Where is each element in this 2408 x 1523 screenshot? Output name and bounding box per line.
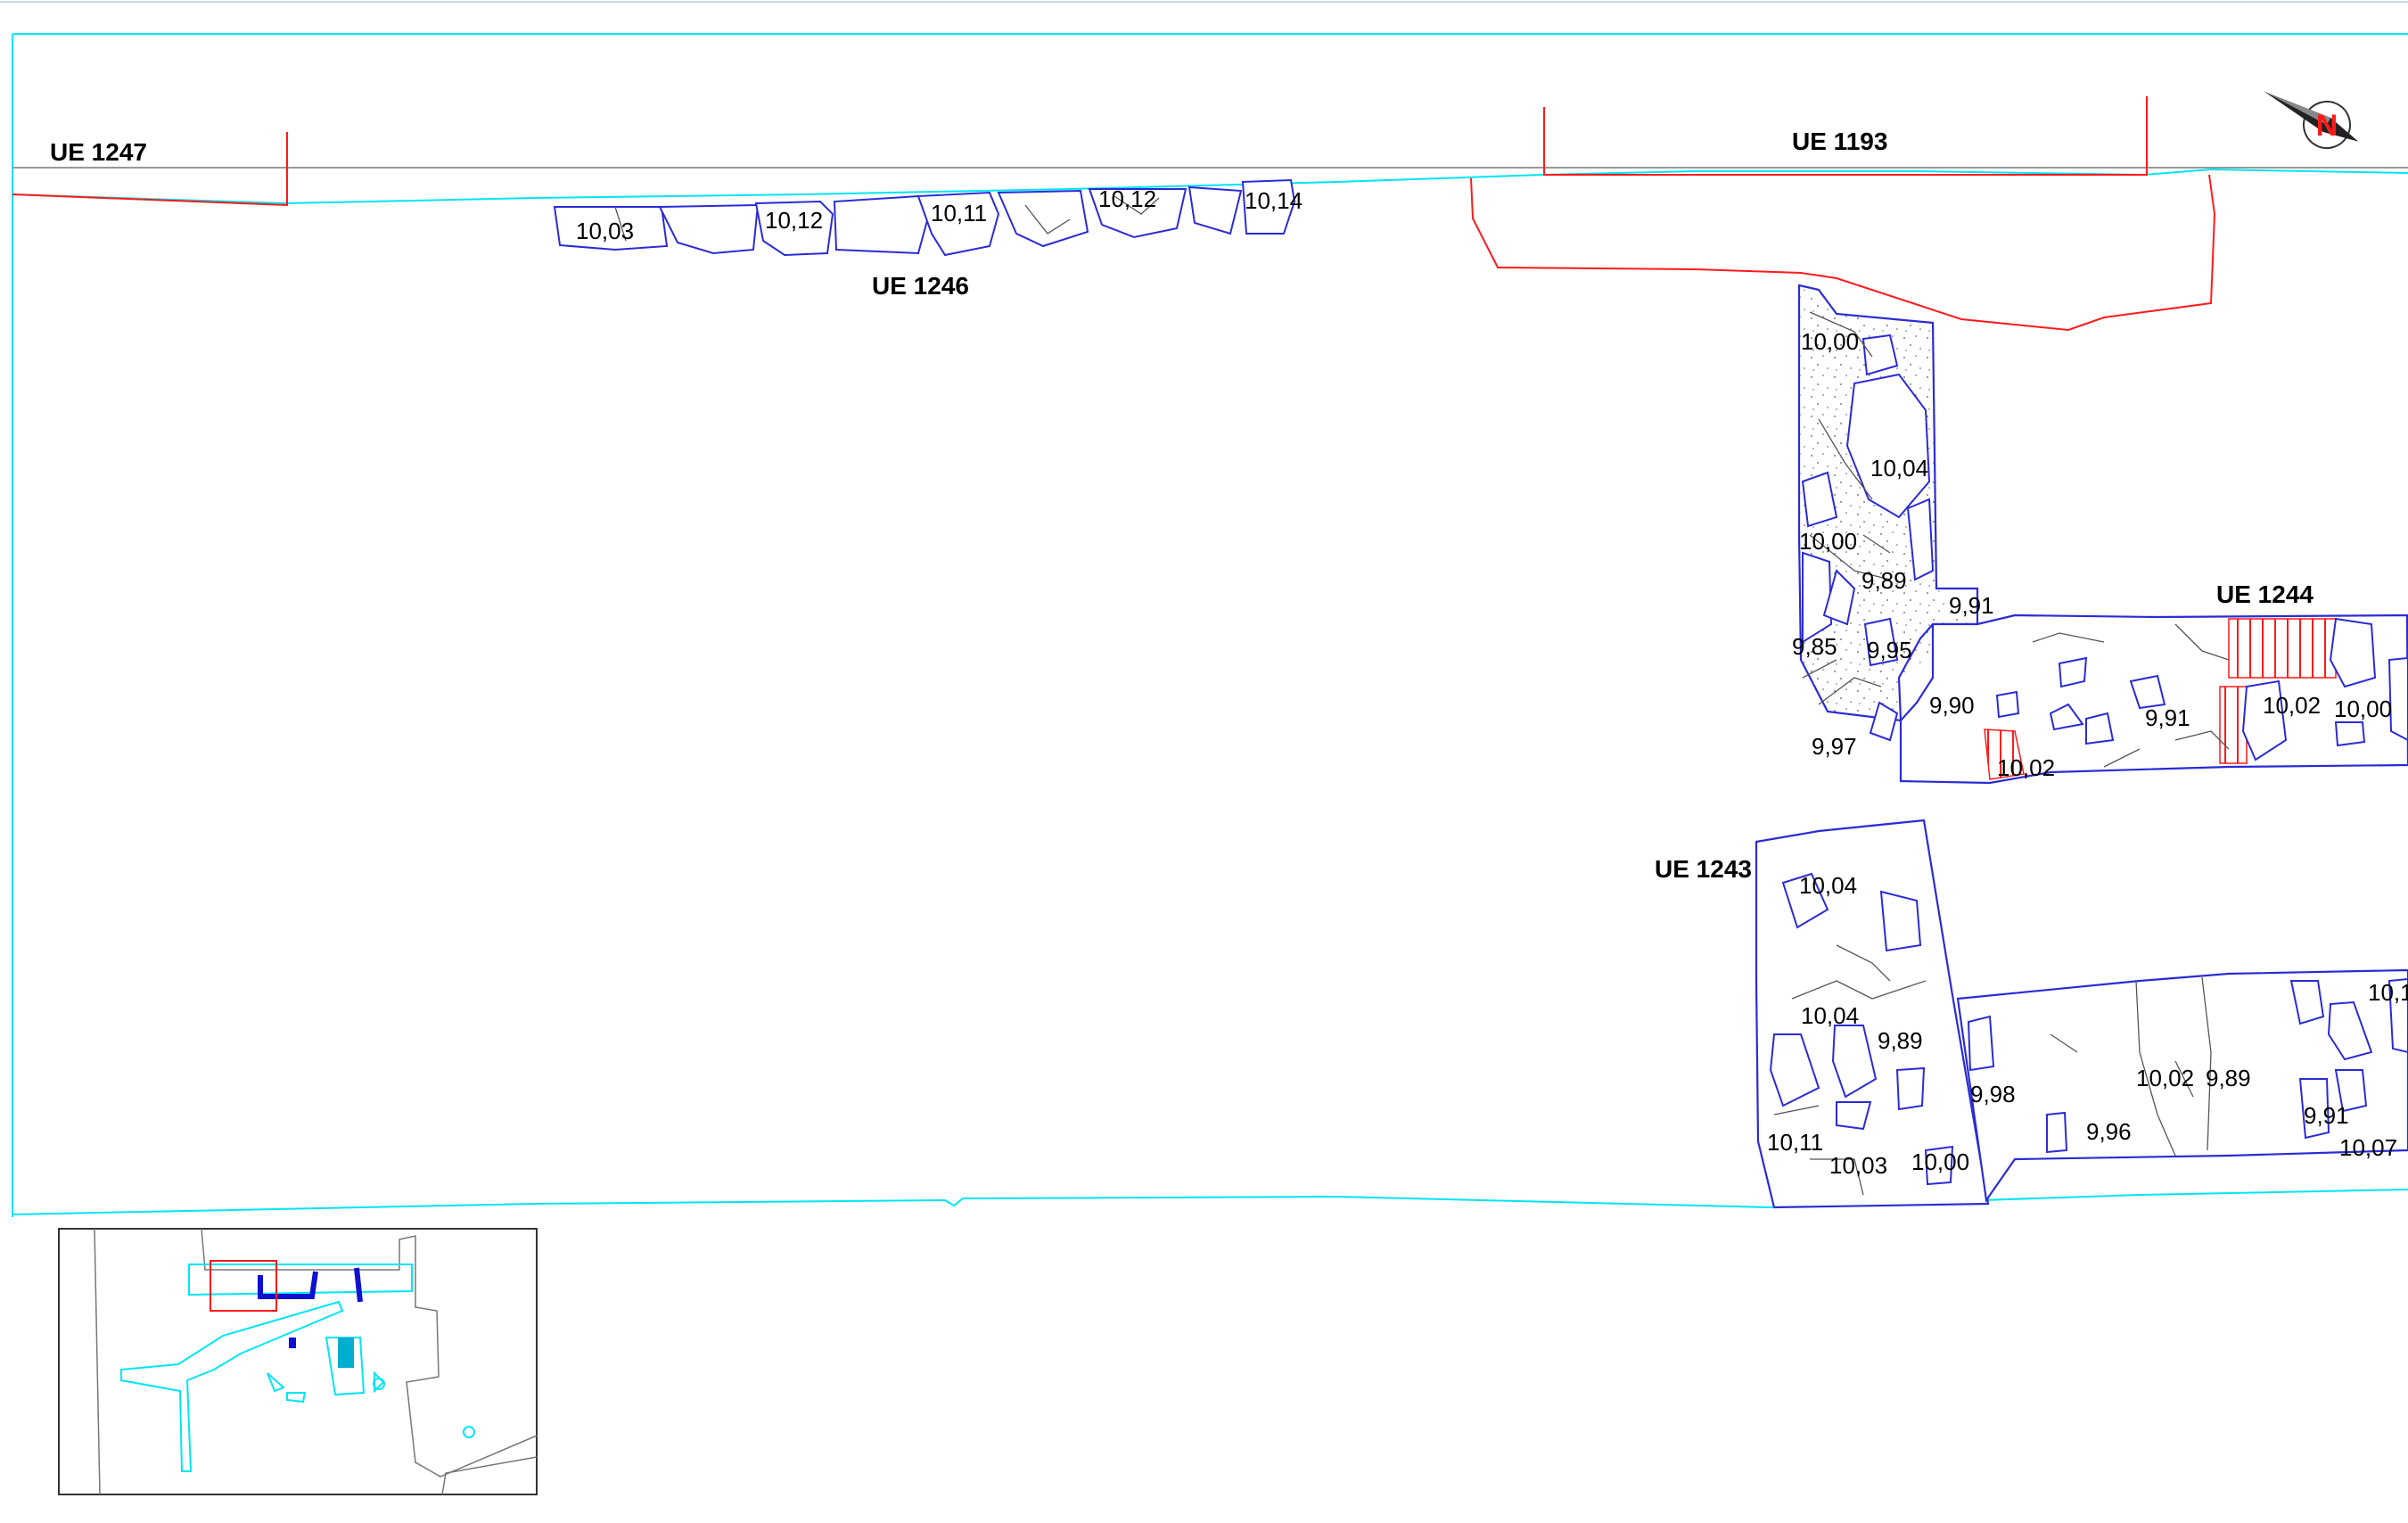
elevation: 10,04 [1799, 872, 1857, 899]
elevation: 10,11 [1767, 1129, 1823, 1156]
elevation: 9,98 [1970, 1081, 2016, 1107]
elevation: 10,00 [2334, 696, 2392, 722]
label-ue-1246: UE 1246 [872, 272, 969, 300]
elevation: 10,00 [1801, 328, 1859, 355]
excavation-plan: N UE 1247 UE 1246 UE 1193 UE 1244 UE 124… [0, 1, 2408, 1495]
elevation: 10,03 [576, 218, 634, 244]
north-arrow-letter: N [2316, 109, 2338, 143]
wall-ue-1244 [1899, 613, 2408, 785]
elevation: 10,02 [2263, 692, 2321, 719]
label-ue-1247: UE 1247 [50, 138, 147, 166]
elevation: 9,91 [1949, 592, 1994, 619]
elevation: 10,12 [1098, 185, 1156, 212]
cut-ue-1193 [1470, 174, 2216, 332]
elevation: 10,02 [2136, 1065, 2194, 1091]
elevation: 9,89 [1861, 567, 1907, 594]
elevation: 10,04 [1870, 455, 1928, 482]
elevation: 10,04 [1801, 1002, 1859, 1029]
elevation: 10,02 [1997, 754, 2055, 781]
elevation: 9,97 [1812, 733, 1857, 760]
elevation: 10,07 [2339, 1134, 2397, 1161]
label-ue-1243: UE 1243 [1655, 855, 1752, 883]
elevation: 9,91 [2304, 1102, 2349, 1129]
elevation: 9,89 [2206, 1065, 2251, 1091]
elevation: 10,11 [931, 200, 987, 226]
elevation: 10,00 [1911, 1148, 1969, 1175]
elevation: 9,91 [2145, 704, 2190, 731]
label-ue-1244: UE 1244 [2216, 580, 2313, 608]
label-ue-1193: UE 1193 [1792, 128, 1887, 155]
elevation: 10,00 [1799, 528, 1857, 555]
elevation: 10,12 [765, 207, 823, 234]
site-key-plan [58, 1228, 538, 1495]
trench-edge-south [12, 1189, 2408, 1215]
elevation: 10,1 [2368, 979, 2408, 1006]
elevation: 9,96 [2086, 1118, 2132, 1145]
elevation: 10,14 [1245, 187, 1303, 214]
elevation: 9,95 [1867, 637, 1912, 663]
elevation: 9,89 [1878, 1027, 1923, 1054]
elevation: 9,90 [1929, 692, 1975, 719]
elevation: 9,85 [1792, 633, 1837, 660]
elevation: 10,03 [1829, 1152, 1887, 1179]
north-arrow-icon: N [2264, 91, 2359, 149]
